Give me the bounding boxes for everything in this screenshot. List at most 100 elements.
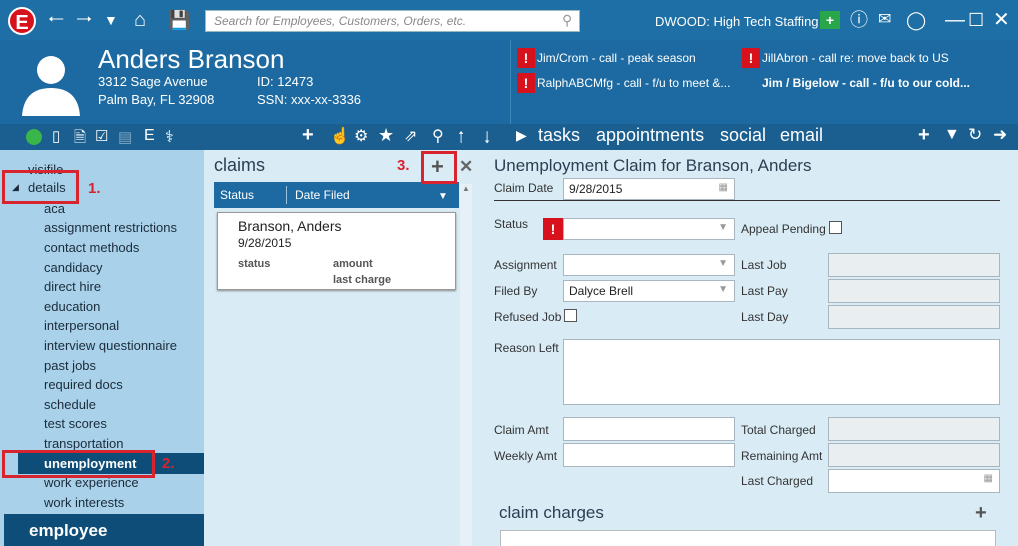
add-record-icon[interactable]: + xyxy=(820,11,840,29)
column-divider xyxy=(286,186,287,204)
remaining-amt-field xyxy=(828,443,1000,467)
puzzle-icon[interactable]: ⚙ xyxy=(354,126,368,146)
help-icon[interactable]: ⓘ xyxy=(850,0,868,40)
back-arrow-icon[interactable]: 🠀 xyxy=(48,0,64,40)
appeal-pending-checkbox[interactable] xyxy=(829,221,842,234)
total-charged-field xyxy=(828,417,1000,441)
assignment-select[interactable]: ▼ xyxy=(563,254,735,276)
medical-icon[interactable]: ⚕ xyxy=(165,127,174,147)
message-item[interactable]: JillAbron - call re: move back to US xyxy=(762,51,949,65)
avatar xyxy=(18,50,84,116)
history-dropdown-icon[interactable]: ▼ xyxy=(104,0,118,40)
checklist-icon[interactable]: ☑ xyxy=(95,127,108,145)
close-claim-icon[interactable]: ✕ xyxy=(459,157,473,177)
external-link-icon[interactable]: ⇗ xyxy=(404,126,417,146)
message-icon[interactable]: ✉ xyxy=(878,0,891,40)
sidebar-item-interpersonal[interactable]: interpersonal xyxy=(44,318,119,333)
sidebar-item-contact-methods[interactable]: contact methods xyxy=(44,240,139,255)
app-logo-icon[interactable]: E xyxy=(8,7,36,35)
search-icon[interactable]: ⚲ xyxy=(562,12,572,29)
close-icon[interactable]: ✕ xyxy=(993,0,1010,40)
section-employee-label: employee xyxy=(29,521,108,540)
claim-date-field[interactable]: 9/28/2015 ▦ xyxy=(563,178,735,200)
refresh-icon[interactable]: ↻ xyxy=(968,125,982,145)
scroll-up-icon[interactable]: ▲ xyxy=(462,184,470,193)
global-search-input[interactable]: Search for Employees, Customers, Orders,… xyxy=(205,10,580,32)
sidebar: visifile ◢ details aca assignment restri… xyxy=(0,150,204,546)
home-icon[interactable]: ⌂ xyxy=(134,0,146,40)
claim-amt-label: Claim Amt xyxy=(494,423,549,437)
required-alert-icon: ! xyxy=(543,218,563,240)
sidebar-item-interview-questionnaire[interactable]: interview questionnaire xyxy=(44,338,177,353)
filter-icon[interactable]: ▼ xyxy=(944,126,960,144)
calendar-icon[interactable]: ▦ xyxy=(719,182,728,193)
sidebar-item-schedule[interactable]: schedule xyxy=(44,397,96,412)
go-arrow-icon[interactable]: ➜ xyxy=(993,125,1007,145)
claim-card-status-label: status xyxy=(238,258,271,270)
chevron-down-icon: ▼ xyxy=(718,222,728,233)
add-claim-icon[interactable]: + xyxy=(431,154,444,180)
charges-grid xyxy=(500,530,996,546)
message-item[interactable]: Jim/Crom - call - peak season xyxy=(537,51,696,65)
maximize-icon[interactable]: ☐ xyxy=(968,0,984,40)
tab-tasks[interactable]: tasks xyxy=(538,125,580,146)
grid-options-icon[interactable]: ▼ xyxy=(438,191,448,202)
last-charged-field[interactable]: ▦ xyxy=(828,469,1000,493)
sidebar-item-work-interests[interactable]: work interests xyxy=(44,495,124,510)
message-item[interactable]: Jim / Bigelow - call - f/u to our cold..… xyxy=(762,76,970,90)
record-ssn: SSN: xxx-xx-3336 xyxy=(257,92,362,107)
last-day-field xyxy=(828,305,1000,329)
sidebar-item-assignment-restrictions[interactable]: assignment restrictions xyxy=(44,220,177,235)
expand-activity-icon[interactable]: ▶ xyxy=(516,127,527,144)
status-select[interactable]: ▼ xyxy=(563,218,735,240)
weekly-amt-field[interactable] xyxy=(563,443,735,467)
file-icon[interactable]: 🗎 xyxy=(74,127,86,152)
tab-appointments[interactable]: appointments xyxy=(596,125,704,146)
forward-arrow-icon[interactable]: 🠂 xyxy=(76,0,92,40)
last-day-label: Last Day xyxy=(741,310,789,324)
message-item[interactable]: RalphABCMfg - call - f/u to meet &... xyxy=(537,76,730,90)
appeal-pending-label: Appeal Pending xyxy=(741,222,826,236)
reason-left-textarea[interactable] xyxy=(563,339,1000,405)
record-id: ID: 12473 xyxy=(257,74,314,89)
col-date-filed-header[interactable]: Date Filed xyxy=(295,188,350,202)
sidebar-item-transportation[interactable]: transportation xyxy=(44,436,124,451)
pointer-icon[interactable]: ☝ xyxy=(330,126,350,146)
tab-social[interactable]: social xyxy=(720,125,766,146)
card-icon[interactable]: ▤ xyxy=(118,128,132,146)
detail-title: Unemployment Claim for Branson, Anders xyxy=(494,156,812,175)
star-icon[interactable]: ★ xyxy=(378,125,394,146)
sidebar-item-direct-hire[interactable]: direct hire xyxy=(44,279,101,294)
save-icon[interactable]: 💾 xyxy=(168,0,190,40)
add-charge-icon[interactable]: + xyxy=(975,502,987,525)
add-icon[interactable]: + xyxy=(302,124,314,147)
sidebar-item-test-scores[interactable]: test scores xyxy=(44,416,107,431)
minimize-icon[interactable]: — xyxy=(945,0,965,40)
sidebar-item-candidacy[interactable]: candidacy xyxy=(44,260,103,275)
col-status-header[interactable]: Status xyxy=(220,188,254,202)
claim-date-label: Claim Date xyxy=(494,181,554,195)
callout-box-details xyxy=(2,170,79,204)
last-pay-field xyxy=(828,279,1000,303)
add-activity-icon[interactable]: + xyxy=(918,124,930,147)
sidebar-item-required-docs[interactable]: required docs xyxy=(44,377,123,392)
status-green-icon[interactable] xyxy=(26,129,42,145)
claim-amt-field[interactable] xyxy=(563,417,735,441)
document-icon[interactable]: ▯ xyxy=(52,127,60,145)
last-pay-label: Last Pay xyxy=(741,284,788,298)
everify-icon[interactable]: E xyxy=(144,127,155,145)
refused-job-checkbox[interactable] xyxy=(564,309,577,322)
filed-by-select[interactable]: Dalyce Brell ▼ xyxy=(563,280,735,302)
claim-date-value: 9/28/2015 xyxy=(569,182,623,196)
filed-by-value: Dalyce Brell xyxy=(569,284,634,298)
calendar-icon[interactable]: ▦ xyxy=(984,473,993,484)
tab-email[interactable]: email xyxy=(780,125,823,146)
globe-icon[interactable]: ◯ xyxy=(906,0,926,40)
sidebar-item-past-jobs[interactable]: past jobs xyxy=(44,358,96,373)
sidebar-item-education[interactable]: education xyxy=(44,299,100,314)
refused-job-label: Refused Job xyxy=(494,310,562,324)
search-record-icon[interactable]: ⚲ xyxy=(432,126,444,146)
scrollbar[interactable] xyxy=(460,184,472,546)
assignment-label: Assignment xyxy=(494,258,557,272)
weekly-amt-label: Weekly Amt xyxy=(494,449,558,463)
